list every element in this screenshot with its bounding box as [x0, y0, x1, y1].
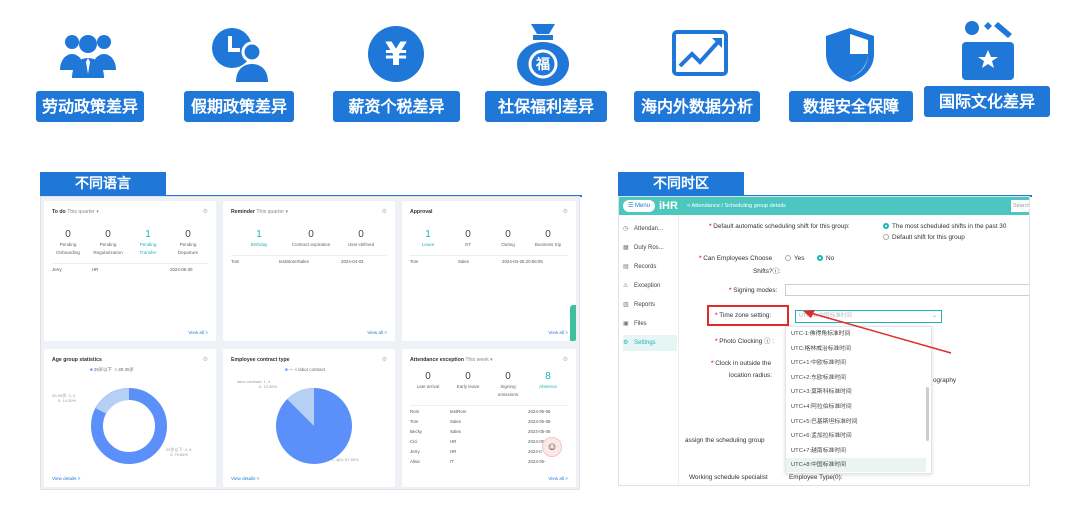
view-all-link[interactable]: View all > — [188, 330, 208, 335]
card-age-stats: Age group statistics ⚙ ■ 25岁以下 ■ 30-35岁 … — [44, 349, 216, 487]
table-row: Alisa — [410, 459, 420, 464]
banner-label-holiday: 假期政策差异 — [184, 91, 294, 122]
scheduling-app-screenshot: ☰ Menu iHR < Attendance / Scheduling gro… — [618, 196, 1030, 486]
clock-person-icon — [212, 28, 268, 82]
table-row: Cici — [410, 439, 418, 444]
settings-icon[interactable]: ⚙ — [382, 208, 387, 215]
table-row: Tom — [410, 419, 419, 424]
view-all-link[interactable]: View all > — [548, 330, 568, 335]
card-reminder: Reminder This quarter ▾ ⚙ 1 Birthday 0 Con… — [223, 201, 395, 341]
view-all-link[interactable]: View all > — [548, 476, 568, 481]
table-row: Jerry — [52, 267, 62, 272]
view-details-link[interactable]: View details > — [231, 476, 259, 481]
card-title: To do This quarter ▾ — [52, 209, 99, 215]
section-tag-timezones: 不同时区 — [618, 172, 744, 196]
view-details-link[interactable]: View details > — [52, 476, 80, 481]
card-approval: Approval ⚙ 1 Leave 0 OT 0 Outing 0 Business … — [402, 201, 576, 341]
section-tag-languages: 不同语言 — [40, 172, 166, 196]
settings-icon[interactable]: ⚙ — [382, 356, 387, 363]
culture-gift-icon — [962, 21, 1014, 80]
banner-label-culture: 国际文化差异 — [924, 86, 1050, 117]
table-row: Becky — [410, 429, 422, 434]
people-group-icon — [60, 35, 116, 78]
card-attendance-exception: Attendance exception This week ▾ ⚙ 0 Late… — [402, 349, 576, 487]
shield-icon — [826, 28, 874, 82]
card-todo: To do This quarter ▾ ⚙ 0 Pending Onboardin… — [44, 201, 216, 341]
banner-label-labor: 劳动政策差异 — [36, 91, 144, 122]
table-row: Tom — [410, 259, 419, 264]
age-donut-chart — [91, 388, 167, 464]
settings-icon[interactable]: ⚙ — [203, 208, 208, 215]
assistant-avatar-icon[interactable]: ☺ — [542, 437, 562, 457]
table-row: Tom — [231, 259, 240, 264]
banner-label-data-security: 数据安全保障 — [789, 91, 913, 122]
table-row: Jerry — [410, 449, 420, 454]
side-float-tab[interactable] — [570, 305, 576, 341]
settings-icon[interactable]: ⚙ — [563, 208, 568, 215]
money-bag-icon: 福 — [517, 24, 569, 86]
banner-label-salary: 薪资个税差异 — [333, 91, 460, 122]
trend-chart-icon — [672, 30, 728, 76]
settings-icon[interactable]: ⚙ — [203, 356, 208, 363]
yen-icon: ¥ — [368, 26, 424, 82]
view-all-link[interactable]: View all > — [367, 330, 387, 335]
dashboard-screenshot: To do This quarter ▾ ⚙ 0 Pending Onboardin… — [40, 196, 580, 490]
annotation-arrow — [803, 310, 952, 354]
svg-text:¥: ¥ — [385, 35, 407, 73]
settings-icon[interactable]: ⚙ — [563, 356, 568, 363]
banner-label-social-security: 社保福利差异 — [485, 91, 607, 122]
banner-label-data-analysis: 海内外数据分析 — [634, 91, 760, 122]
chart-legend: ■ 25岁以下 ■ 30-35岁 — [90, 367, 134, 372]
table-row: Rom — [410, 409, 420, 414]
card-contract-type: Employee contract type ⚙ ■ — ■ labor con… — [223, 349, 395, 487]
svg-text:福: 福 — [535, 56, 550, 73]
chart-legend: ■ — ■ labor contract — [285, 367, 326, 372]
